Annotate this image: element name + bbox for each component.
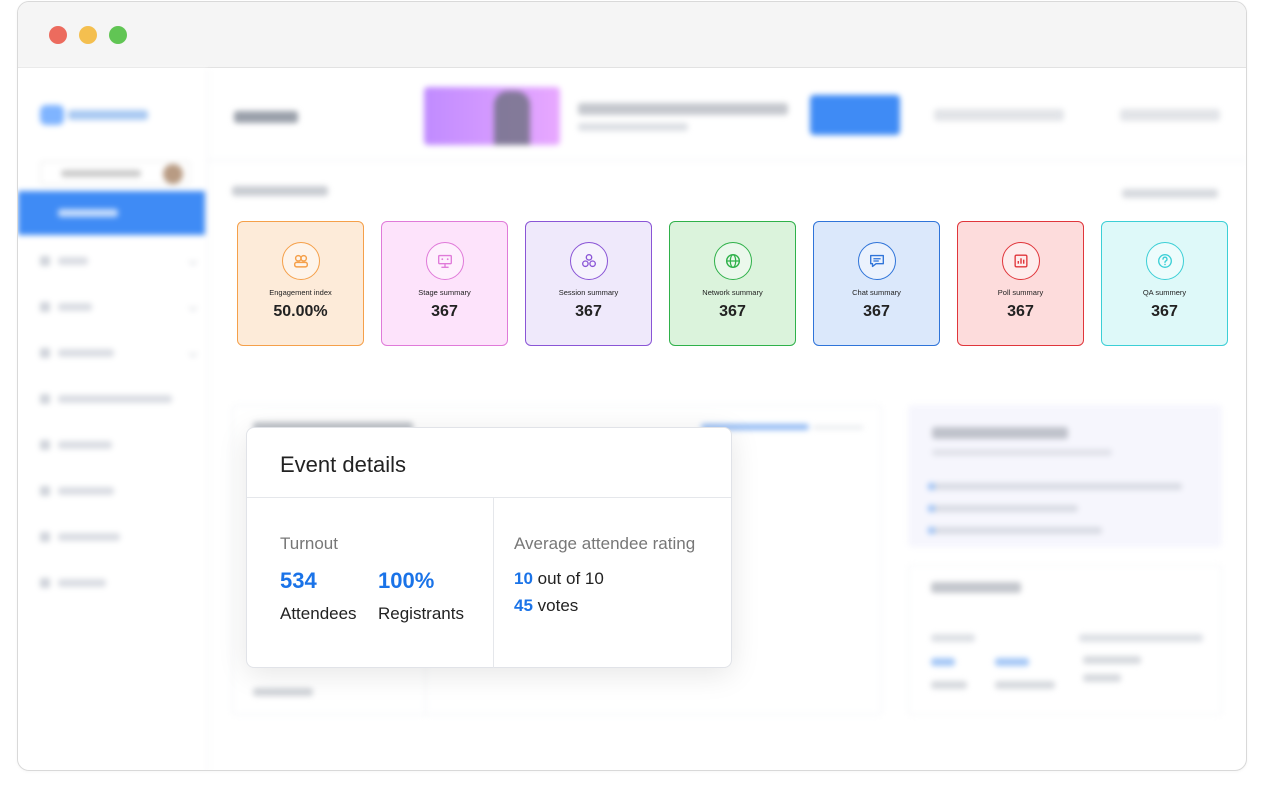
rating-suffix: out of 10 — [532, 569, 604, 588]
stat-card-value: 367 — [1151, 303, 1178, 320]
registrants-value: 100% — [378, 568, 435, 593]
stat-card-label: Stage summary — [418, 288, 471, 297]
votes-value: 45 — [514, 596, 533, 615]
poll-icon — [1002, 242, 1040, 280]
chat-icon — [858, 242, 896, 280]
session-icon — [570, 242, 608, 280]
divider — [247, 497, 731, 498]
stat-card-label: Network summary — [702, 288, 763, 297]
rating-value: 10 — [514, 569, 533, 588]
stat-card-qa[interactable]: QA summery 367 — [1101, 221, 1228, 346]
event-details-title: Event details — [280, 452, 406, 477]
stat-card-value: 367 — [1007, 303, 1034, 320]
question-icon — [1146, 242, 1184, 280]
app-window: Engagement index 50.00% Stage summary 36… — [17, 1, 1247, 771]
stat-card-poll[interactable]: Poll summary 367 — [957, 221, 1084, 346]
stage-icon — [426, 242, 464, 280]
stat-card-value: 367 — [575, 303, 602, 320]
stat-card-chat[interactable]: Chat summary 367 — [813, 221, 940, 346]
stat-card-label: Poll summary — [997, 288, 1044, 297]
attendees-value: 534 — [280, 568, 317, 593]
stat-card-value: 367 — [431, 303, 458, 320]
dashboard: Engagement index 50.00% Stage summary 36… — [18, 69, 1246, 770]
rating-line: 10 out of 10 — [514, 569, 604, 589]
stat-card-stage[interactable]: Stage summary 367 — [381, 221, 508, 346]
engagement-icon — [282, 242, 320, 280]
stat-card-value: 367 — [863, 303, 890, 320]
divider — [493, 498, 494, 668]
stat-card-label: Chat summary — [852, 288, 901, 297]
votes-line: 45 votes — [514, 596, 578, 616]
rating-label: Average attendee rating — [514, 534, 696, 553]
minimize-window-button[interactable] — [79, 26, 97, 44]
stat-card-label: Session summary — [558, 288, 619, 297]
stat-card-label: Engagement index — [269, 288, 332, 297]
attendees-label: Attendees — [280, 604, 357, 623]
close-window-button[interactable] — [49, 26, 67, 44]
turnout-label: Turnout — [280, 534, 338, 553]
globe-icon — [714, 242, 752, 280]
registrants-label: Registrants — [378, 604, 464, 623]
stat-card-value: 367 — [719, 303, 746, 320]
stat-card-session[interactable]: Session summary 367 — [525, 221, 652, 346]
title-bar — [18, 2, 1246, 68]
stat-card-value: 50.00% — [273, 303, 328, 320]
stat-card-label: QA summery — [1142, 288, 1187, 297]
maximize-window-button[interactable] — [109, 26, 127, 44]
votes-suffix: votes — [532, 596, 579, 615]
stat-card-engagement[interactable]: Engagement index 50.00% — [237, 221, 364, 346]
stat-card-network[interactable]: Network summary 367 — [669, 221, 796, 346]
event-details-card: Event details Turnout 534 Attendees 100%… — [246, 427, 732, 668]
